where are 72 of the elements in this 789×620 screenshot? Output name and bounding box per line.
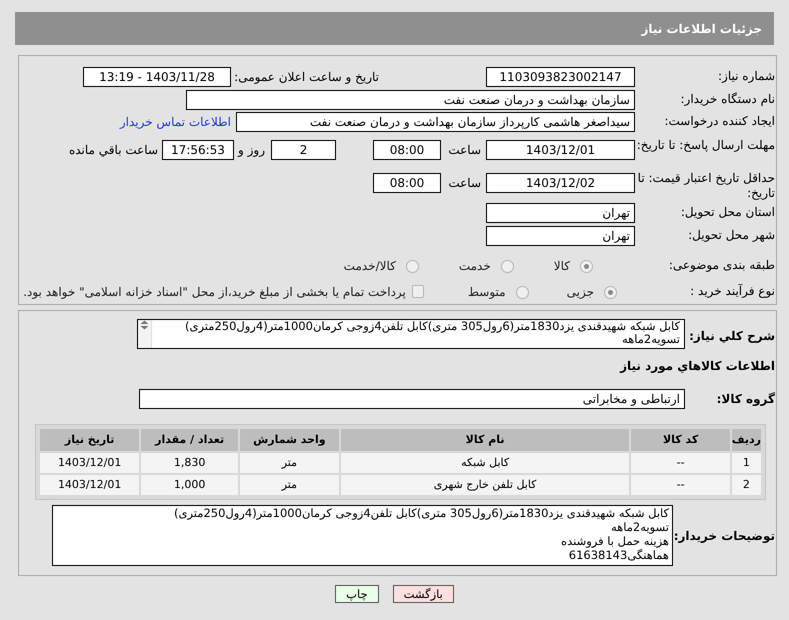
table-cell: 1403/12/01 [40, 453, 140, 473]
table-cell: 1,000 [141, 475, 238, 495]
table-cell: کابل شبکه [340, 453, 630, 473]
field-label: روز و [236, 142, 265, 159]
back-button[interactable]: بازگشت [392, 585, 454, 603]
radio-button[interactable] [516, 286, 529, 299]
field-label: طبقه بندی موضوعی: [668, 257, 775, 273]
checkbox[interactable] [412, 285, 424, 298]
field-label: کالا/خدمت [344, 258, 396, 275]
radio-button[interactable] [604, 286, 617, 299]
contact-link[interactable]: اطلاعات تماس خریدار [120, 112, 231, 132]
table-cell: -- [631, 453, 730, 473]
table-cell: متر [240, 453, 339, 473]
field-label: خدمت [458, 258, 491, 275]
column-header: ردیف [732, 429, 761, 451]
column-header: کد کالا [631, 429, 730, 451]
column-header: نام کالا [340, 429, 630, 451]
field-label: گروه کالا: [716, 391, 775, 408]
scroll-arrows-icon[interactable] [140, 320, 149, 330]
field-label: توضیحات خریدار: [673, 528, 775, 544]
table-cell: 2 [732, 475, 761, 495]
notes-line: تسویه2ماهه [610, 520, 669, 534]
field-label: جزیی [566, 284, 594, 301]
field-value: سازمان بهداشت و درمان صنعت نفت [186, 90, 635, 110]
field-label: ایجاد کننده درخواست: [663, 113, 775, 129]
field-value: 1403/12/01 [486, 140, 635, 160]
column-header: تاریخ نیاز [40, 429, 140, 451]
table-cell: 1 [732, 453, 761, 473]
table-cell: کابل تلفن خارج شهری [340, 475, 630, 495]
radio-button[interactable] [580, 260, 593, 273]
field-value: 1403/12/02 [486, 173, 635, 193]
field-label: ساعت [447, 175, 481, 192]
description-line: کابل شبکه شهیدقندی یزد1830متر(6رول305 متری)کابل تلفن4زوجی کرمان1000متر(4رول250متری) [184, 320, 680, 333]
print-button[interactable]: چاپ [335, 585, 379, 603]
field-label: حداقل تاریخ اعتبار قیمت: تا تاریخ: [636, 170, 775, 201]
table-cell: 1,830 [141, 453, 238, 473]
table-cell: -- [631, 475, 730, 495]
field-label: شماره نیاز: [717, 68, 775, 84]
field-value: 2 [271, 140, 336, 160]
field-label: ساعت باقي مانده [68, 142, 158, 159]
column-header: تعداد / مقدار [141, 429, 238, 451]
notes-line: هزینه حمل با فروشنده [560, 534, 669, 548]
section-title: اطلاعات کالاهاي مورد نياز [618, 358, 775, 373]
field-label: تاریخ و ساعت اعلان عمومی: [233, 69, 379, 86]
page-title: جزئیات اطلاعات نیاز [641, 20, 762, 38]
field-label: ساعت [447, 142, 481, 159]
field-label: استان محل تحویل: [680, 204, 775, 220]
field-label: شرح کلي نياز: [688, 328, 775, 345]
field-value: 08:00 [373, 173, 441, 193]
field-value: تهران [486, 203, 635, 223]
field-value: تهران [486, 226, 635, 246]
radio-button[interactable] [406, 260, 419, 273]
radio-button[interactable] [500, 260, 514, 273]
notes-line: کابل شبکه شهیدقندی یزد1830متر(6رول305 متری)کابل تلفن4زوجی کرمان1000متر(4رول250متری) [172, 506, 669, 520]
description-line: تسویه2ماهه [622, 333, 680, 346]
table-cell: متر [240, 475, 339, 495]
field-value: 08:00 [373, 140, 441, 160]
field-value: 1103093823002147 [486, 67, 635, 87]
field-value: سیداصغر هاشمی کارپرداز سازمان بهداشت و درمان صنعت نفت [236, 112, 635, 132]
table-cell: 1403/12/01 [40, 475, 140, 495]
notes-line: هماهنگی61638143 [568, 548, 669, 562]
field-label: کالا [554, 258, 570, 275]
remaining-time: 17:56:53 [162, 140, 234, 160]
field-label: نوع فرآیند خرید : [689, 283, 775, 299]
field-label: نام دستگاه خریدار: [680, 91, 775, 107]
field-label: شهر محل تحویل: [687, 227, 775, 243]
field-value: ارتباطی و مخابراتی [139, 389, 685, 409]
field-label: پرداخت تمام یا بخشی از مبلغ خرید،از محل "اسناد خزانه اسلامی" خواهد بود. [23, 284, 406, 301]
field-value: 1403/11/28 - 13:19 [83, 67, 231, 87]
field-label: متوسط [468, 284, 506, 301]
field-label: مهلت ارسال پاسخ: تا تاریخ: [636, 137, 775, 153]
column-header: واحد شمارش [240, 429, 339, 451]
